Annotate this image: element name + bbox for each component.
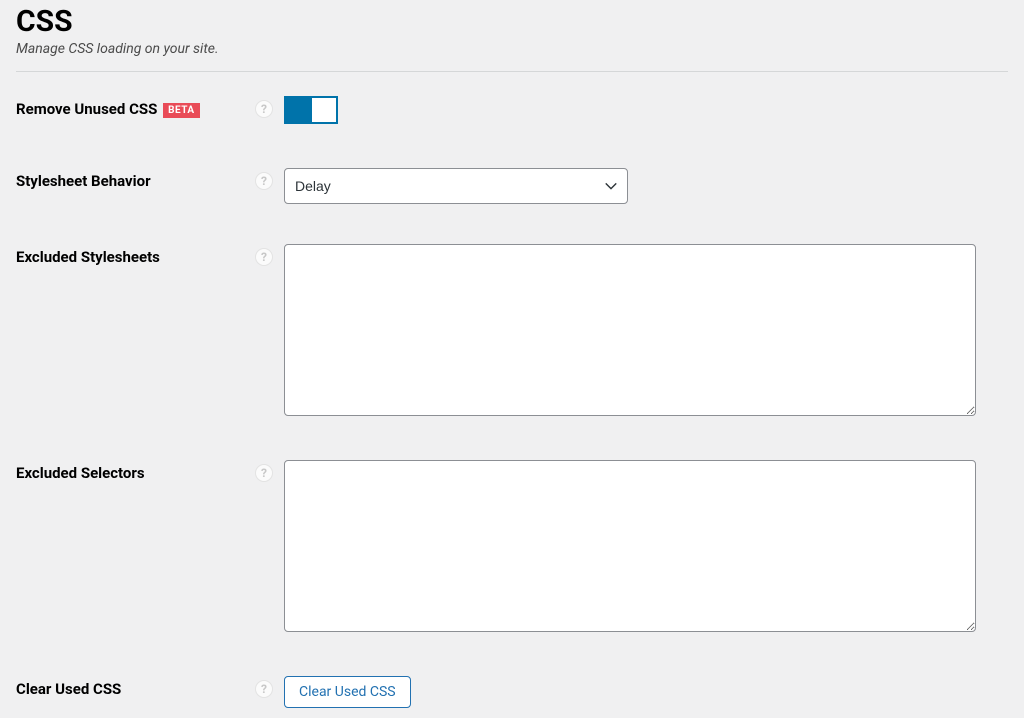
- label-text: Excluded Stylesheets: [16, 248, 160, 266]
- beta-badge: BETA: [163, 103, 200, 118]
- label-stylesheet-behavior: Stylesheet Behavior: [16, 168, 244, 190]
- row-remove-unused-css: Remove Unused CSS BETA ?: [16, 96, 1008, 128]
- help-icon[interactable]: ?: [255, 248, 273, 266]
- label-excluded-selectors: Excluded Selectors: [16, 460, 244, 482]
- help-icon[interactable]: ?: [255, 464, 273, 482]
- help-icon[interactable]: ?: [255, 680, 273, 698]
- excluded-selectors-textarea[interactable]: [284, 460, 976, 632]
- label-text: Clear Used CSS: [16, 680, 121, 698]
- page-title: CSS: [16, 4, 1008, 39]
- label-text: Stylesheet Behavior: [16, 172, 151, 190]
- excluded-stylesheets-textarea[interactable]: [284, 244, 976, 416]
- help-icon[interactable]: ?: [255, 172, 273, 190]
- label-clear-used-css: Clear Used CSS: [16, 676, 244, 698]
- stylesheet-behavior-select[interactable]: Delay: [284, 168, 628, 204]
- row-excluded-selectors: Excluded Selectors ?: [16, 460, 1008, 636]
- section-header: CSS Manage CSS loading on your site.: [16, 4, 1008, 72]
- label-excluded-stylesheets: Excluded Stylesheets: [16, 244, 244, 266]
- label-text: Excluded Selectors: [16, 464, 145, 482]
- remove-unused-css-toggle[interactable]: [284, 96, 338, 124]
- help-icon[interactable]: ?: [255, 100, 273, 118]
- page-subtitle: Manage CSS loading on your site.: [16, 41, 1008, 57]
- label-text: Remove Unused CSS: [16, 100, 157, 118]
- row-stylesheet-behavior: Stylesheet Behavior ? Delay: [16, 168, 1008, 204]
- row-clear-used-css: Clear Used CSS ? Clear Used CSS: [16, 676, 1008, 708]
- clear-used-css-button[interactable]: Clear Used CSS: [284, 676, 411, 708]
- label-remove-unused-css: Remove Unused CSS BETA: [16, 96, 244, 118]
- toggle-knob: [312, 98, 336, 122]
- row-excluded-stylesheets: Excluded Stylesheets ?: [16, 244, 1008, 420]
